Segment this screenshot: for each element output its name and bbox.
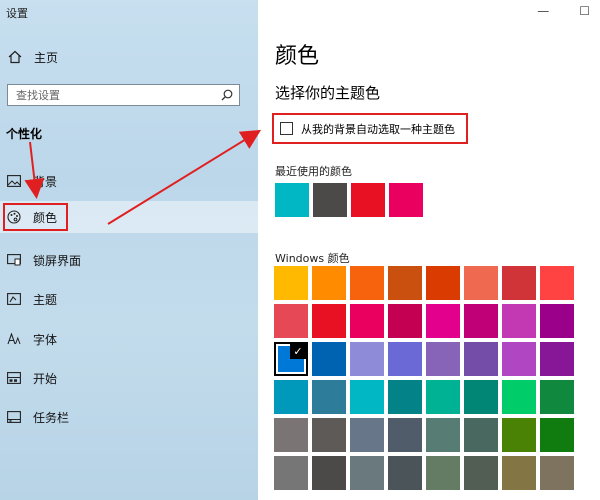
sidebar-item-label: 颜色 [33, 210, 58, 225]
windows-color-swatch[interactable] [388, 266, 422, 300]
colors-page: — ☐ 颜色 选择你的主题色 从我的背景自动选取一种主题色 最近使用的颜色 Wi… [258, 0, 600, 500]
windows-color-swatch[interactable] [540, 304, 574, 338]
windows-color-swatch[interactable] [388, 418, 422, 452]
sidebar-item-label: 背景 [33, 174, 58, 189]
windows-colors-grid: ✓ [274, 266, 578, 490]
maximize-button[interactable]: ☐ [579, 4, 590, 18]
windows-color-swatch[interactable] [274, 418, 308, 452]
sidebar-item-label: 主题 [33, 292, 58, 307]
windows-color-swatch[interactable] [350, 418, 384, 452]
windows-color-swatch[interactable] [312, 380, 346, 414]
settings-search-box[interactable] [7, 84, 240, 106]
recent-color-swatch[interactable] [389, 183, 423, 217]
windows-color-swatch[interactable] [426, 342, 460, 376]
sidebar-item-home[interactable]: 主页 [0, 44, 258, 70]
start-icon [5, 372, 23, 384]
palette-icon [5, 210, 23, 224]
windows-color-swatch[interactable] [502, 266, 536, 300]
recent-colors [275, 183, 423, 217]
windows-color-swatch[interactable] [464, 304, 498, 338]
windows-color-swatch[interactable] [350, 456, 384, 490]
windows-color-swatch[interactable] [502, 380, 536, 414]
sidebar-item-taskbar[interactable]: 任务栏 [0, 401, 258, 433]
windows-color-swatch[interactable] [426, 380, 460, 414]
windows-color-swatch[interactable] [464, 342, 498, 376]
picture-icon [5, 175, 23, 187]
windows-color-swatch[interactable] [502, 456, 536, 490]
search-input[interactable] [16, 88, 206, 102]
windows-color-swatch[interactable] [388, 380, 422, 414]
recent-color-swatch[interactable] [313, 183, 347, 217]
sidebar-item-label: 锁屏界面 [33, 253, 82, 268]
windows-color-swatch[interactable] [426, 266, 460, 300]
sidebar-item-colors[interactable]: 颜色 [0, 201, 258, 233]
sidebar-item-label: 字体 [33, 332, 58, 347]
font-icon [5, 333, 23, 345]
sidebar-item-lock-screen[interactable]: 锁屏界面 [0, 244, 258, 276]
windows-color-swatch[interactable] [464, 266, 498, 300]
windows-color-swatch[interactable] [274, 456, 308, 490]
sidebar-item-start[interactable]: 开始 [0, 362, 258, 394]
windows-color-swatch[interactable] [350, 380, 384, 414]
windows-color-swatch[interactable] [388, 342, 422, 376]
windows-color-swatch[interactable] [312, 456, 346, 490]
auto-accent-checkbox[interactable] [280, 122, 293, 135]
recent-colors-label: 最近使用的颜色 [275, 165, 352, 178]
windows-color-swatch[interactable] [540, 266, 574, 300]
windows-color-swatch[interactable] [350, 266, 384, 300]
theme-icon [5, 293, 23, 305]
taskbar-icon [5, 411, 23, 423]
window-controls: — ☐ [537, 4, 590, 18]
lock-screen-icon [5, 254, 23, 266]
windows-colors-label: Windows 颜色 [275, 252, 350, 265]
sidebar-item-label: 主页 [34, 50, 59, 65]
window-title: 设置 [6, 7, 28, 20]
windows-color-swatch[interactable] [426, 304, 460, 338]
windows-color-swatch[interactable] [502, 342, 536, 376]
checkmark-icon: ✓ [290, 344, 306, 359]
windows-color-swatch[interactable] [274, 380, 308, 414]
settings-sidebar: 设置 主页 个性化 背景 颜色 锁屏界面 主题 [0, 0, 258, 500]
windows-color-swatch[interactable] [502, 304, 536, 338]
windows-color-swatch[interactable] [464, 456, 498, 490]
windows-color-swatch[interactable]: ✓ [274, 342, 308, 376]
windows-color-swatch[interactable] [388, 304, 422, 338]
windows-color-swatch[interactable] [464, 380, 498, 414]
windows-color-swatch[interactable] [274, 266, 308, 300]
recent-color-swatch[interactable] [275, 183, 309, 217]
windows-color-swatch[interactable] [350, 304, 384, 338]
search-icon[interactable] [221, 86, 233, 105]
windows-color-swatch[interactable] [502, 418, 536, 452]
sidebar-item-label: 任务栏 [33, 410, 70, 425]
sidebar-item-label: 开始 [33, 371, 58, 386]
windows-color-swatch[interactable] [312, 418, 346, 452]
windows-color-swatch[interactable] [388, 456, 422, 490]
windows-color-swatch[interactable] [274, 304, 308, 338]
minimize-button[interactable]: — [537, 4, 549, 18]
windows-color-swatch[interactable] [312, 304, 346, 338]
windows-color-swatch[interactable] [540, 380, 574, 414]
windows-color-swatch[interactable] [540, 342, 574, 376]
auto-accent-option[interactable]: 从我的背景自动选取一种主题色 [272, 113, 468, 144]
windows-color-swatch[interactable] [350, 342, 384, 376]
auto-accent-label: 从我的背景自动选取一种主题色 [301, 122, 455, 136]
home-icon [6, 50, 24, 64]
sidebar-item-background[interactable]: 背景 [0, 165, 258, 197]
windows-color-swatch[interactable] [540, 456, 574, 490]
sidebar-item-themes[interactable]: 主题 [0, 283, 258, 315]
sidebar-item-fonts[interactable]: 字体 [0, 323, 258, 355]
page-title: 颜色 [275, 44, 320, 69]
windows-color-swatch[interactable] [312, 266, 346, 300]
accent-color-heading: 选择你的主题色 [275, 84, 381, 102]
windows-color-swatch[interactable] [540, 418, 574, 452]
windows-color-swatch[interactable] [426, 456, 460, 490]
windows-color-swatch[interactable] [426, 418, 460, 452]
windows-color-swatch[interactable] [464, 418, 498, 452]
recent-color-swatch[interactable] [351, 183, 385, 217]
section-heading: 个性化 [6, 127, 43, 141]
windows-color-swatch[interactable] [312, 342, 346, 376]
